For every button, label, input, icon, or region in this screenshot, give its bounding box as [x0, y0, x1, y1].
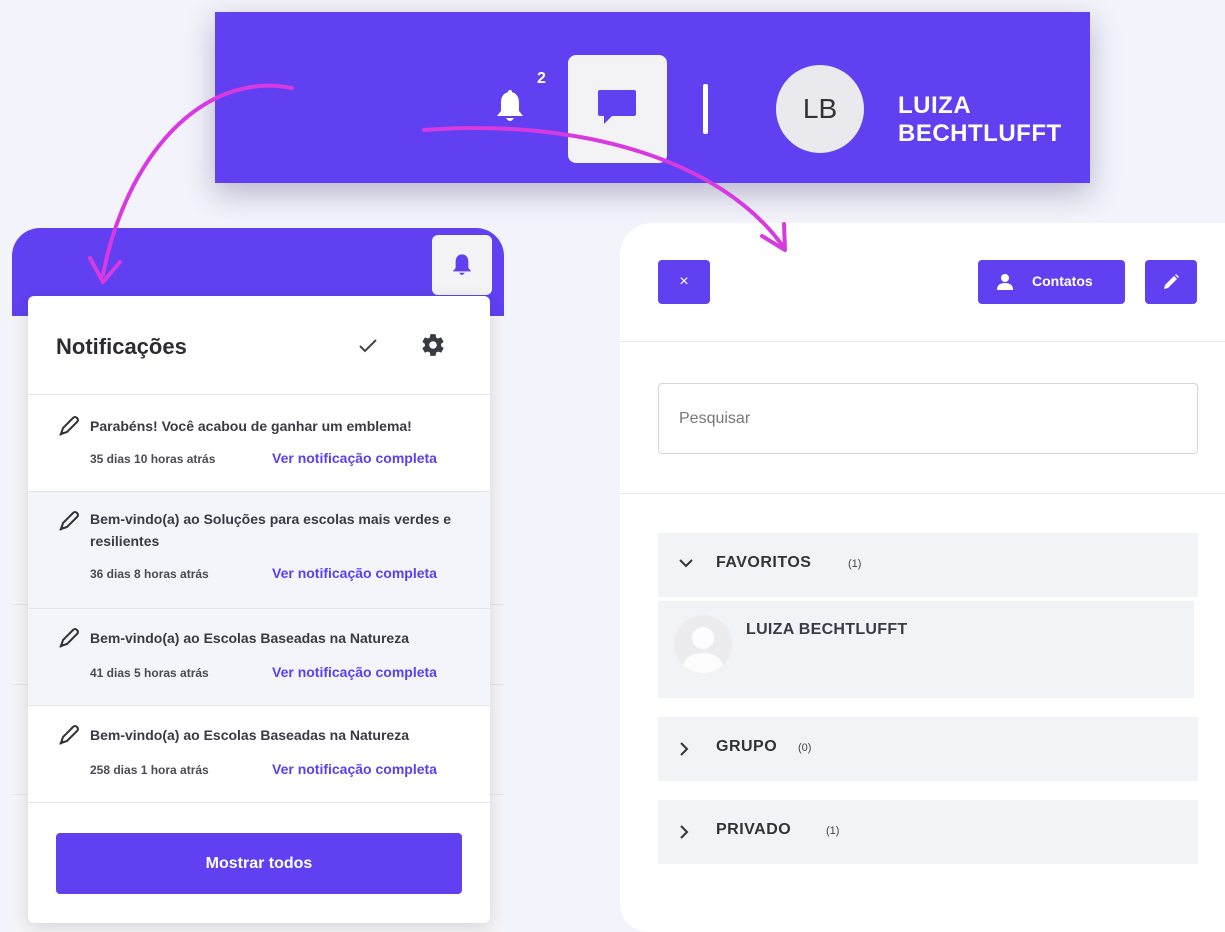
- notification-count-badge: 2: [537, 70, 546, 87]
- notifications-dropdown: Notificações Parabéns! Você acabou de ga…: [28, 296, 490, 923]
- notifications-panel-container: Notificações Parabéns! Você acabou de ga…: [12, 228, 504, 932]
- user-avatar[interactable]: LB: [776, 65, 864, 153]
- view-notification-link[interactable]: Ver notificação completa: [272, 761, 437, 777]
- chat-button[interactable]: [568, 55, 667, 163]
- user-name[interactable]: LUIZA BECHTLUFFT: [898, 92, 1090, 148]
- chevron-right-icon: [680, 825, 689, 839]
- notification-message: Bem-vindo(a) ao Escolas Baseadas na Natu…: [90, 630, 410, 646]
- chevron-down-icon: [679, 559, 693, 568]
- bell-icon: [452, 254, 472, 275]
- chevron-right-icon: [680, 742, 689, 756]
- notification-item[interactable]: Bem-vindo(a) ao Escolas Baseadas na Natu…: [28, 706, 490, 802]
- contact-name: LUIZA BECHTLUFFT: [746, 621, 908, 638]
- notification-message: Bem-vindo(a) ao Escolas Baseadas na Natu…: [90, 727, 410, 743]
- section-count: (1): [848, 558, 862, 570]
- panel-bell-button[interactable]: [432, 235, 492, 295]
- section-label: FAVORITOS: [716, 554, 812, 571]
- mark-all-read-check-icon[interactable]: [358, 338, 378, 354]
- header-divider: [620, 341, 1225, 342]
- contact-item[interactable]: LUIZA BECHTLUFFT: [658, 601, 1194, 698]
- search-divider: [620, 493, 1225, 494]
- section-count: (0): [798, 742, 812, 754]
- section-label: PRIVADO: [716, 821, 792, 838]
- chat-bubble-icon: [598, 90, 636, 124]
- contacts-button[interactable]: Contatos: [978, 260, 1125, 304]
- contacts-label: Contatos: [1032, 273, 1093, 289]
- notification-time: 258 dias 1 hora atrás: [90, 763, 209, 777]
- view-notification-link[interactable]: Ver notificação completa: [272, 664, 437, 680]
- search-input[interactable]: [658, 383, 1198, 454]
- notification-time: 36 dias 8 horas atrás: [90, 567, 209, 581]
- notification-bell-icon[interactable]: [495, 90, 525, 124]
- settings-gear-icon[interactable]: [420, 332, 446, 358]
- section-count: (1): [826, 825, 840, 837]
- view-notification-link[interactable]: Ver notificação completa: [272, 450, 437, 466]
- notification-time: 35 dias 10 horas atrás: [90, 452, 216, 466]
- person-icon: [997, 274, 1013, 290]
- pencil-icon: [59, 628, 79, 648]
- edit-button[interactable]: [1145, 260, 1197, 304]
- pencil-icon: [59, 511, 79, 531]
- chat-panel: × Contatos FAVORITOS (1) LUIZA BECHTLUFF: [620, 223, 1225, 932]
- item-divider: [28, 802, 490, 803]
- pencil-icon: [1164, 274, 1179, 289]
- navbar-divider: [703, 84, 708, 134]
- top-navbar: 2 LB LUIZA BECHTLUFFT: [215, 12, 1090, 183]
- notification-message: Bem-vindo(a) ao Soluções para escolas ma…: [90, 511, 452, 549]
- notification-time: 41 dias 5 horas atrás: [90, 666, 209, 680]
- notifications-title: Notificações: [56, 334, 187, 359]
- section-label: GRUPO: [716, 738, 778, 755]
- pencil-icon: [59, 725, 79, 745]
- show-all-button[interactable]: Mostrar todos: [56, 833, 462, 894]
- notification-item[interactable]: Bem-vindo(a) ao Soluções para escolas ma…: [28, 492, 490, 608]
- notification-item[interactable]: Bem-vindo(a) ao Escolas Baseadas na Natu…: [28, 609, 490, 705]
- pencil-icon: [59, 416, 79, 436]
- section-group[interactable]: GRUPO (0): [658, 717, 1198, 781]
- contact-avatar-icon: [674, 615, 732, 673]
- section-private[interactable]: PRIVADO (1): [658, 800, 1198, 864]
- view-notification-link[interactable]: Ver notificação completa: [272, 565, 437, 581]
- close-button[interactable]: ×: [658, 260, 710, 304]
- notification-message: Parabéns! Você acabou de ganhar um emble…: [90, 418, 412, 434]
- section-favorites[interactable]: FAVORITOS (1): [658, 533, 1198, 597]
- notification-item[interactable]: Parabéns! Você acabou de ganhar um emble…: [28, 395, 490, 491]
